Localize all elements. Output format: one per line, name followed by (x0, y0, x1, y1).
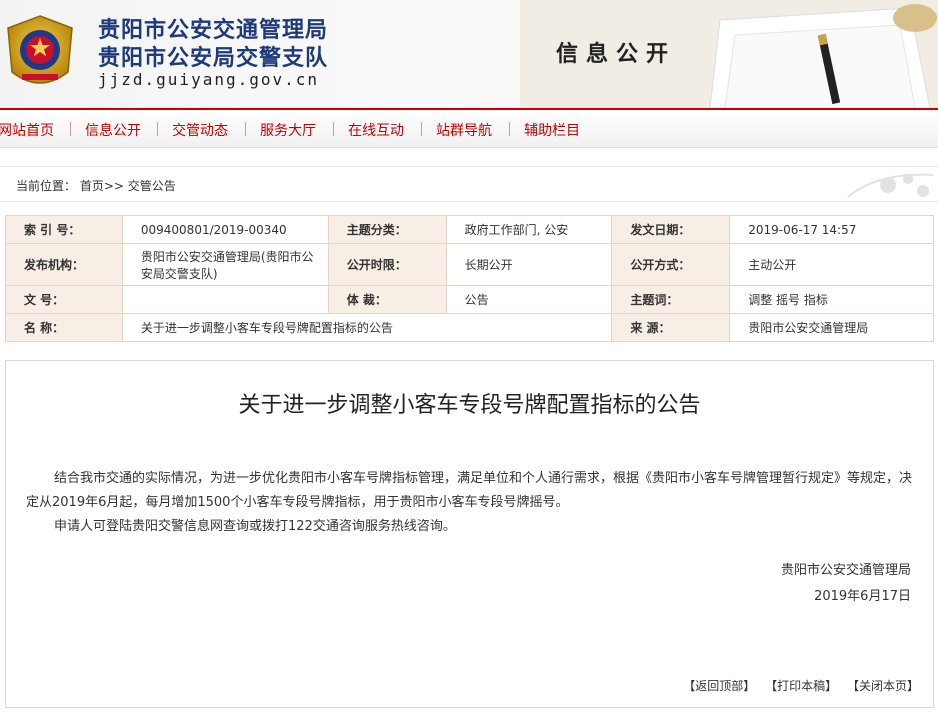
article-signature: 贵阳市公安交通管理局 (780, 563, 911, 578)
nav-service-hall[interactable]: 服务大厅 (260, 120, 316, 140)
open-period-value: 长期公开 (445, 243, 613, 286)
site-domain: jjzd.guiyang.gov.cn (98, 70, 320, 89)
nav-separator (245, 122, 246, 136)
open-period-label: 公开时限： (327, 243, 447, 286)
print-link[interactable]: 【打印本稿】 (765, 679, 837, 693)
nav-separator (421, 122, 422, 136)
article-container: 关于进一步调整小客车专段号牌配置指标的公告 结合我市交通的实际情况，为进一步优化… (5, 360, 934, 708)
nav-online-interaction[interactable]: 在线互动 (348, 120, 404, 140)
publisher-label: 发布机构： (5, 243, 123, 286)
index-label: 索 引 号： (5, 215, 123, 244)
nav-separator (509, 122, 510, 136)
article-sign-date: 2019年6月17日 (814, 589, 911, 604)
date-label: 发文日期： (611, 215, 731, 244)
doc-name-value: 关于进一步调整小客车专段号牌配置指标的公告 (121, 313, 613, 342)
nav-info-open[interactable]: 信息公开 (85, 120, 141, 140)
doc-name-label: 名 称： (5, 313, 123, 342)
source-value: 贵阳市公安交通管理局 (729, 313, 934, 342)
doc-no-value (121, 285, 329, 314)
open-mode-label: 公开方式： (611, 243, 731, 286)
breadcrumb-current[interactable]: 交管公告 (128, 179, 176, 193)
source-label: 来 源： (611, 313, 731, 342)
nav-separator (157, 122, 158, 136)
keywords-value: 调整 摇号 指标 (729, 285, 934, 314)
nav-separator (333, 122, 334, 136)
police-emblem-icon (7, 15, 73, 84)
doc-no-label: 文 号： (5, 285, 123, 314)
nav-separator (70, 122, 71, 136)
breadcrumb-prefix: 当前位置： (16, 179, 77, 193)
breadcrumb: 当前位置： 首页>> 交管公告 (0, 166, 938, 202)
date-value: 2019-06-17 14:57 (729, 215, 934, 244)
keywords-label: 主题词： (611, 285, 731, 314)
article-paragraph-1: 结合我市交通的实际情况，为进一步优化贵阳市小客车号牌指标管理，满足单位和个人通行… (26, 471, 913, 510)
nav-auxiliary[interactable]: 辅助栏目 (524, 120, 580, 140)
genre-value: 公告 (445, 285, 613, 314)
flower-decoration-icon (847, 173, 934, 198)
nav-site-group[interactable]: 站群导航 (436, 120, 492, 140)
open-mode-value: 主动公开 (729, 243, 934, 286)
site-title-line2: 贵阳市公安局交警支队 (98, 45, 329, 71)
footer-links: 【返回顶部】 【打印本稿】 【关闭本页】 (677, 677, 919, 694)
nav-home[interactable]: 网站首页 (0, 120, 54, 140)
site-header: 贵阳市公安交通管理局 贵阳市公安局交警支队 jjzd.guiyang.gov.c… (0, 0, 938, 110)
category-value: 政府工作部门, 公安 (445, 215, 613, 244)
breadcrumb-separator: >> (103, 179, 124, 193)
publisher-value: 贵阳市公安交通管理局(贵阳市公安局交警支队) (121, 243, 329, 286)
document-meta-table: 索 引 号： 009400801/2019-00340 主题分类： 政府工作部门… (5, 215, 934, 342)
category-label: 主题分类： (327, 215, 447, 244)
nav-traffic-news[interactable]: 交管动态 (172, 120, 228, 140)
article-title: 关于进一步调整小客车专段号牌配置指标的公告 (238, 393, 701, 418)
article-paragraph-2: 申请人可登陆贵阳交警信息网查询或拨打122交通咨询服务热线咨询。 (54, 519, 456, 534)
main-nav: 网站首页 信息公开 交管动态 服务大厅 在线互动 站群导航 辅助栏目 (0, 110, 938, 148)
breadcrumb-home-link[interactable]: 首页 (80, 179, 104, 193)
index-value: 009400801/2019-00340 (121, 215, 329, 244)
section-label: 信息公开 (556, 41, 677, 67)
genre-label: 体 裁： (327, 285, 447, 314)
back-to-top-link[interactable]: 【返回顶部】 (683, 679, 755, 693)
breadcrumb-text: 当前位置： 首页>> 交管公告 (16, 177, 176, 194)
close-page-link[interactable]: 【关闭本页】 (847, 679, 919, 693)
